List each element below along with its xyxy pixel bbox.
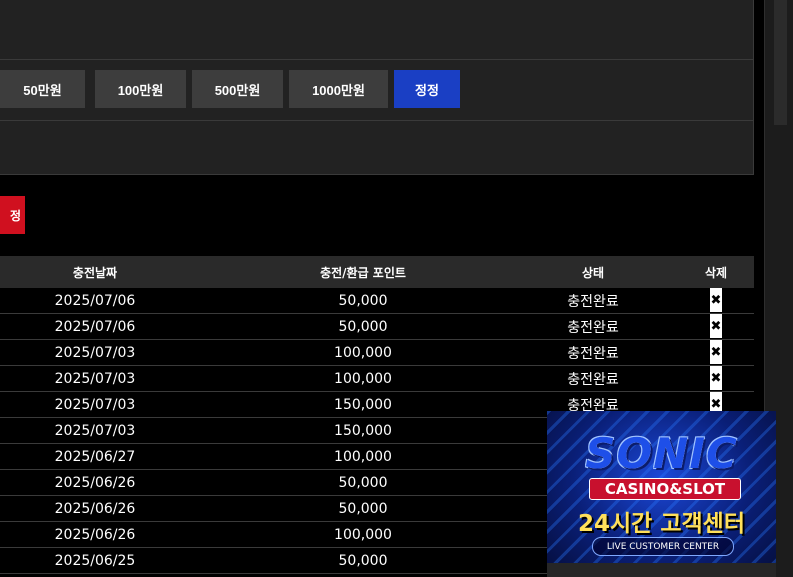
row-point: 50,000	[338, 474, 388, 491]
amount-1000man-button[interactable]: 1000만원	[289, 70, 388, 108]
row-point: 150,000	[334, 396, 392, 413]
row-point: 50,000	[338, 292, 388, 309]
apply-button-label: 정	[9, 208, 21, 223]
apply-button[interactable]: 정	[0, 196, 25, 234]
row-date: 2025/06/26	[54, 526, 136, 543]
charge-form-panel: 50만원 100만원 500만원 1000만원 정정	[0, 0, 754, 175]
banner-subtitle: LIVE CUSTOMER CENTER	[592, 537, 734, 556]
table-row: 2025/07/06 50,000 충전완료 ✖	[0, 314, 754, 340]
row-point: 100,000	[334, 526, 392, 543]
header-date: 충전날짜	[72, 265, 118, 280]
row-point: 50,000	[338, 552, 388, 569]
row-point: 150,000	[334, 422, 392, 439]
header-status: 상태	[581, 265, 605, 280]
row-date: 2025/06/27	[54, 448, 136, 465]
row-point: 100,000	[334, 448, 392, 465]
row-point: 100,000	[334, 370, 392, 387]
reset-amount-button[interactable]: 정정	[394, 70, 460, 108]
amount-500man-button[interactable]: 500만원	[192, 70, 283, 108]
table-header: 충전날짜 충전/환급 포인트 상태 삭제	[0, 256, 754, 288]
customer-center-banner[interactable]: SONIC CASINO&SLOT 24시간 고객센터 LIVE CUSTOME…	[547, 411, 776, 577]
row-status: 충전완료	[567, 345, 619, 362]
banner-brand: SONIC	[585, 429, 738, 478]
table-row: 2025/07/03 100,000 충전완료 ✖	[0, 366, 754, 392]
row-status: 충전완료	[567, 371, 619, 388]
amount-100man-button[interactable]: 100만원	[95, 70, 186, 108]
delete-icon[interactable]: ✖	[710, 314, 722, 338]
row-date: 2025/07/03	[54, 422, 136, 439]
delete-icon[interactable]: ✖	[710, 340, 722, 364]
scrollbar-thumb[interactable]	[774, 0, 787, 125]
row-point: 50,000	[338, 318, 388, 335]
banner-slogan: 24시간 고객센터	[578, 511, 745, 537]
header-point: 충전/환급 포인트	[320, 265, 406, 280]
row-date: 2025/06/26	[54, 500, 136, 517]
row-date: 2025/06/26	[54, 474, 136, 491]
row-date: 2025/07/03	[54, 344, 136, 361]
row-date: 2025/07/03	[54, 370, 136, 387]
delete-icon[interactable]: ✖	[710, 288, 722, 312]
divider	[0, 120, 753, 121]
table-row: 2025/07/06 50,000 충전완료 ✖	[0, 288, 754, 314]
amount-50man-button[interactable]: 50만원	[0, 70, 85, 108]
row-point: 100,000	[334, 344, 392, 361]
row-status: 충전완료	[567, 293, 619, 310]
divider	[0, 59, 753, 60]
banner-tag: CASINO&SLOT	[589, 478, 741, 500]
row-status: 충전완료	[567, 319, 619, 336]
table-row: 2025/07/03 100,000 충전완료 ✖	[0, 340, 754, 366]
row-date: 2025/07/03	[54, 396, 136, 413]
row-date: 2025/07/06	[54, 292, 136, 309]
row-date: 2025/06/25	[54, 552, 136, 569]
delete-icon[interactable]: ✖	[710, 366, 722, 390]
row-point: 50,000	[338, 500, 388, 517]
header-delete: 삭제	[704, 265, 728, 280]
banner-bottom-strip	[547, 563, 776, 577]
row-date: 2025/07/06	[54, 318, 136, 335]
